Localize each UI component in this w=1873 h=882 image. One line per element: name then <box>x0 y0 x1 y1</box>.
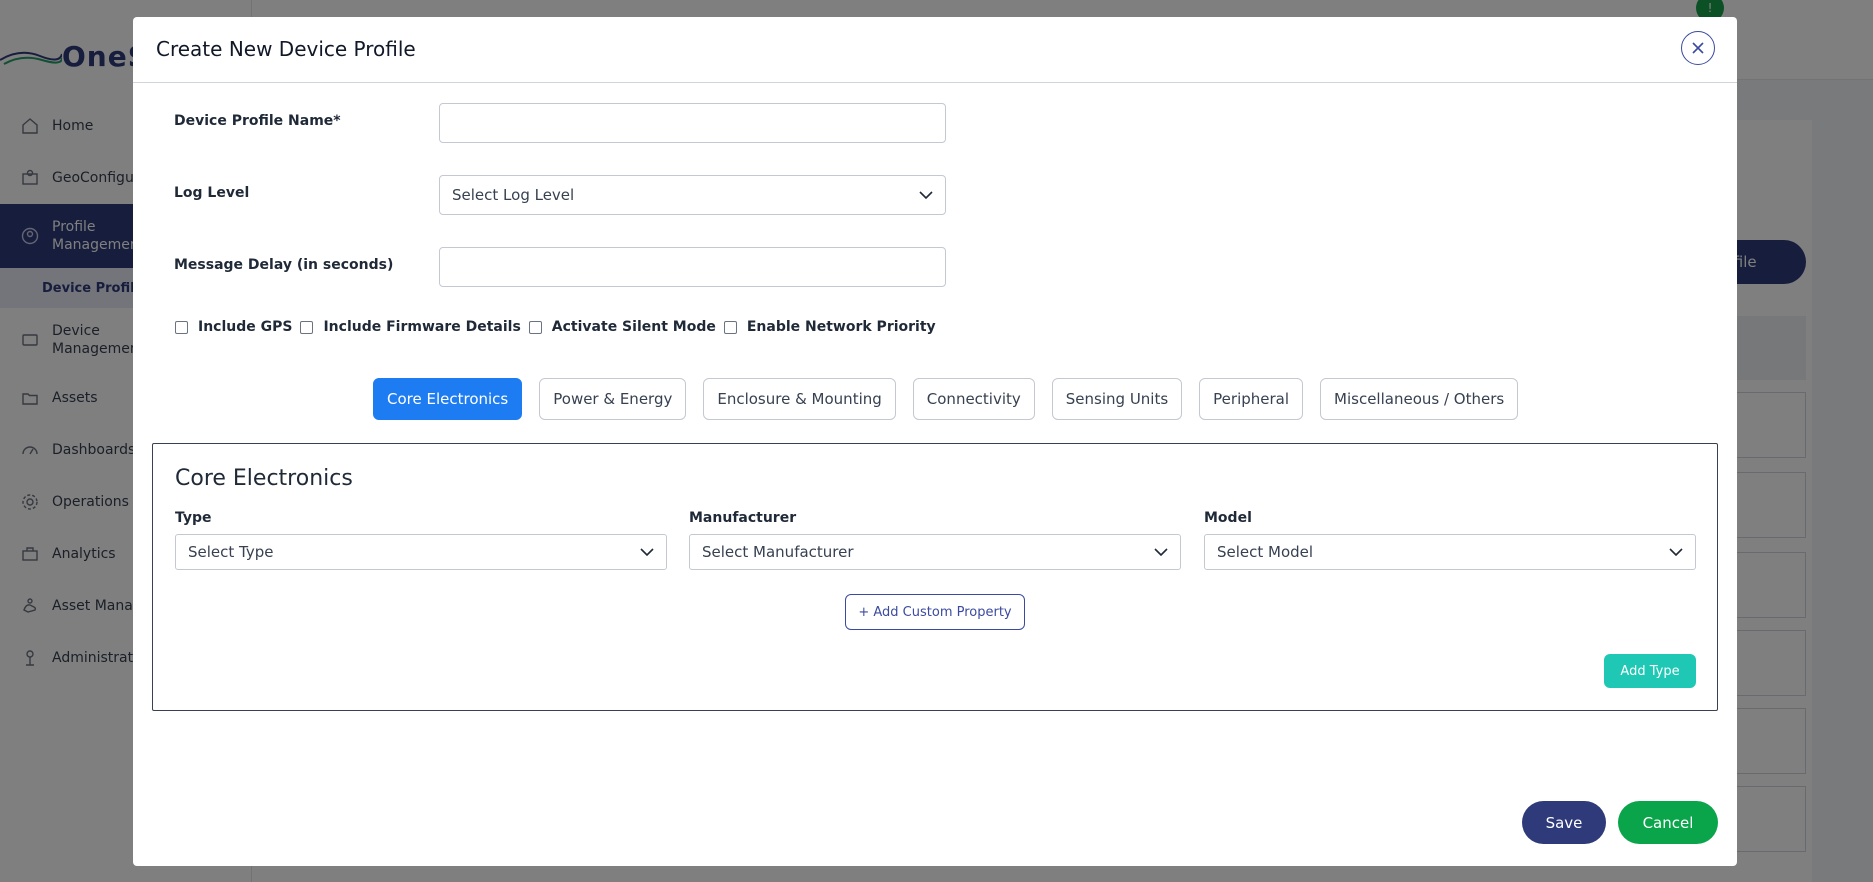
message-delay-row: Message Delay (in seconds) <box>174 247 974 287</box>
manufacturer-value: Select Manufacturer <box>702 543 854 561</box>
modal-header: Create New Device Profile <box>133 17 1737 83</box>
checkbox-box[interactable] <box>723 320 737 334</box>
create-device-profile-modal: Create New Device Profile Device Profile… <box>133 17 1737 866</box>
tab-sensing-units[interactable]: Sensing Units <box>1051 378 1183 420</box>
checkbox-box[interactable] <box>300 320 314 334</box>
chevron-down-icon <box>919 191 933 199</box>
include-gps-checkbox[interactable]: Include GPS <box>175 319 292 335</box>
model-select[interactable]: Select Model <box>1204 534 1696 570</box>
log-level-label: Log Level <box>174 185 250 201</box>
core-electronics-panel: Core Electronics Type Select Type Manufa… <box>152 443 1718 711</box>
tab-miscellaneous[interactable]: Miscellaneous / Others <box>1320 378 1519 420</box>
tab-connectivity[interactable]: Connectivity <box>912 378 1035 420</box>
type-label: Type <box>175 510 212 526</box>
checkbox-label: Enable Network Priority <box>746 319 936 335</box>
checkbox-label: Activate Silent Mode <box>551 319 716 335</box>
close-button[interactable] <box>1681 31 1715 65</box>
model-field: Model Select Model <box>1204 510 1696 570</box>
close-icon <box>1692 42 1704 54</box>
message-delay-input[interactable] <box>439 247 946 287</box>
component-tabs: Core Electronics Power & Energy Enclosur… <box>373 378 1535 420</box>
save-button[interactable]: Save <box>1522 801 1606 844</box>
network-priority-checkbox[interactable]: Enable Network Priority <box>723 319 936 335</box>
checkbox-box[interactable] <box>528 320 542 334</box>
type-value: Select Type <box>188 543 274 561</box>
tab-peripheral[interactable]: Peripheral <box>1199 378 1304 420</box>
tab-core-electronics[interactable]: Core Electronics <box>373 378 523 420</box>
options-checkboxes: Include GPS Include Firmware Details Act… <box>175 319 944 335</box>
checkbox-label: Include GPS <box>198 319 293 335</box>
message-delay-label: Message Delay (in seconds) <box>174 257 394 273</box>
tab-power-energy[interactable]: Power & Energy <box>539 378 687 420</box>
log-level-row: Log Level Select Log Level <box>174 175 974 215</box>
cancel-button[interactable]: Cancel <box>1618 801 1718 844</box>
panel-title: Core Electronics <box>175 466 353 491</box>
add-custom-property-button[interactable]: + Add Custom Property <box>845 594 1025 630</box>
silent-mode-checkbox[interactable]: Activate Silent Mode <box>528 319 716 335</box>
type-field: Type Select Type <box>175 510 667 570</box>
profile-name-row: Device Profile Name* <box>174 103 974 143</box>
modal-title: Create New Device Profile <box>156 37 416 61</box>
manufacturer-field: Manufacturer Select Manufacturer <box>689 510 1181 570</box>
log-level-value: Select Log Level <box>452 186 575 204</box>
model-value: Select Model <box>1217 543 1314 561</box>
manufacturer-label: Manufacturer <box>689 510 797 526</box>
profile-name-input[interactable] <box>439 103 946 143</box>
chevron-down-icon <box>640 548 654 556</box>
log-level-select[interactable]: Select Log Level <box>439 175 946 215</box>
include-firmware-checkbox[interactable]: Include Firmware Details <box>300 319 521 335</box>
chevron-down-icon <box>1154 548 1168 556</box>
chevron-down-icon <box>1669 548 1683 556</box>
manufacturer-select[interactable]: Select Manufacturer <box>689 534 1181 570</box>
profile-name-label: Device Profile Name* <box>174 113 341 129</box>
add-type-button[interactable]: Add Type <box>1604 654 1696 688</box>
tab-enclosure-mounting[interactable]: Enclosure & Mounting <box>703 378 896 420</box>
model-label: Model <box>1204 510 1252 526</box>
checkbox-box[interactable] <box>175 320 188 334</box>
type-select[interactable]: Select Type <box>175 534 667 570</box>
checkbox-label: Include Firmware Details <box>323 319 521 335</box>
